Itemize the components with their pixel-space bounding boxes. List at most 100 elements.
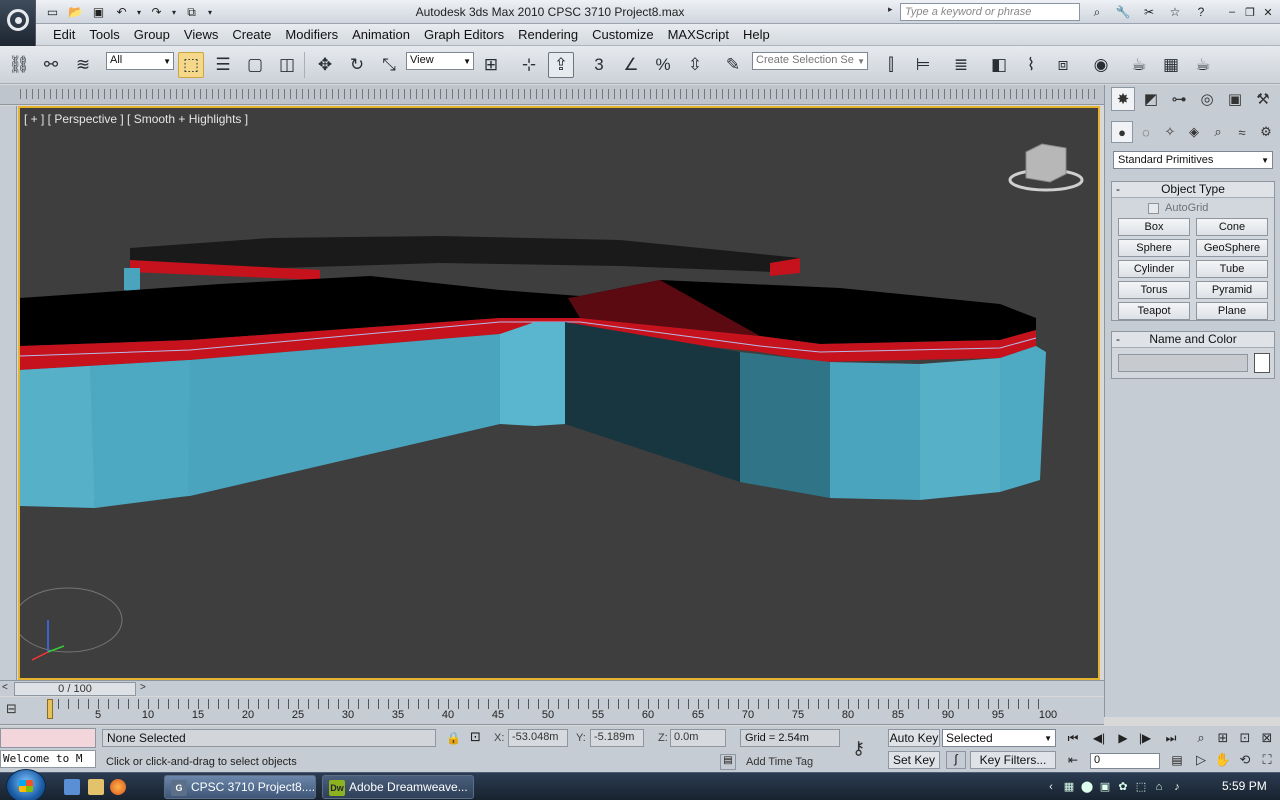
previous-frame-icon[interactable]: ◀|: [1088, 729, 1110, 747]
pan-view-icon[interactable]: ✋: [1212, 750, 1234, 770]
time-slider-prev-icon[interactable]: <: [2, 682, 14, 695]
key-mode-toggle-icon[interactable]: ⇤: [1062, 751, 1084, 769]
object-color-swatch[interactable]: [1254, 353, 1270, 373]
viewport-label[interactable]: [ + ] [ Perspective ] [ Smooth + Highlig…: [24, 112, 248, 126]
current-frame-marker[interactable]: [47, 699, 53, 719]
taskbar-clock[interactable]: 5:59 PM: [1222, 779, 1267, 793]
menu-maxscript[interactable]: MAXScript: [661, 24, 736, 46]
utilities-tab-icon[interactable]: ⚒: [1251, 87, 1275, 111]
systems-icon[interactable]: ⚙: [1255, 121, 1277, 143]
spinner-snap-icon[interactable]: ⇳: [682, 52, 708, 78]
display-tab-icon[interactable]: ▣: [1223, 87, 1247, 111]
align-icon[interactable]: ⊨: [910, 52, 936, 78]
plane-button[interactable]: Plane: [1196, 302, 1268, 320]
z-coordinate-field[interactable]: 0.0m: [670, 729, 726, 747]
current-frame-field[interactable]: 0: [1090, 753, 1160, 769]
default-tangent-icon[interactable]: ∫: [946, 751, 966, 769]
tray-app-icon[interactable]: ▦: [1062, 780, 1076, 794]
subscription-icon[interactable]: 🔧: [1112, 3, 1134, 21]
material-editor-icon[interactable]: ◉: [1088, 52, 1114, 78]
quick-render-icon[interactable]: ☕: [1190, 52, 1216, 78]
go-to-end-icon[interactable]: ⏭: [1160, 729, 1182, 747]
pivot-center-icon[interactable]: ⊞: [478, 52, 504, 78]
geosphere-button[interactable]: GeoSphere: [1196, 239, 1268, 257]
torus-button[interactable]: Torus: [1118, 281, 1190, 299]
render-setup-icon[interactable]: ☕: [1126, 52, 1152, 78]
modify-tab-icon[interactable]: ◩: [1139, 87, 1163, 111]
play-icon[interactable]: ▶: [1112, 729, 1134, 747]
menu-views[interactable]: Views: [177, 24, 225, 46]
absolute-mode-icon[interactable]: ⊡: [470, 729, 481, 745]
set-keys-key-icon[interactable]: ⚷: [852, 738, 865, 759]
select-by-name-icon[interactable]: ☰: [210, 52, 236, 78]
menu-group[interactable]: Group: [127, 24, 177, 46]
select-and-link-icon[interactable]: ⛓: [6, 52, 32, 78]
add-time-tag-button[interactable]: Add Time Tag: [740, 754, 840, 772]
y-coordinate-field[interactable]: -5.189m: [590, 729, 644, 747]
select-and-move-icon[interactable]: ✥: [312, 52, 338, 78]
network-icon[interactable]: ⌂: [1152, 780, 1166, 794]
time-tag-icon[interactable]: ▤: [720, 754, 736, 770]
time-configuration-icon[interactable]: ▤: [1166, 751, 1188, 769]
communication-center-icon[interactable]: ✂: [1138, 3, 1160, 21]
named-selection-set-dropdown[interactable]: Create Selection Se ▼: [752, 52, 868, 70]
field-of-view-icon[interactable]: ▷: [1190, 750, 1212, 770]
taskbar-item-dreamweaver[interactable]: Dw Adobe Dreamweave...: [322, 775, 474, 799]
firefox-icon[interactable]: [110, 779, 126, 795]
pyramid-button[interactable]: Pyramid: [1196, 281, 1268, 299]
favorites-icon[interactable]: ☆: [1164, 3, 1186, 21]
maximize-viewport-icon[interactable]: ⛶: [1256, 750, 1278, 770]
menu-rendering[interactable]: Rendering: [511, 24, 585, 46]
close-icon[interactable]: ✕: [1260, 3, 1276, 21]
volume-icon[interactable]: ♪: [1170, 780, 1184, 794]
menu-animation[interactable]: Animation: [345, 24, 417, 46]
reference-coordinate-dropdown[interactable]: View ▼: [406, 52, 474, 70]
maxscript-listener-output[interactable]: [0, 728, 96, 748]
lights-icon[interactable]: ✧: [1159, 121, 1181, 143]
cylinder-button[interactable]: Cylinder: [1118, 260, 1190, 278]
tray-app-icon[interactable]: ⬤: [1080, 780, 1094, 794]
select-and-scale-icon[interactable]: ⤡: [376, 52, 402, 78]
time-slider-next-icon[interactable]: >: [140, 682, 152, 695]
minimize-icon[interactable]: –: [1224, 3, 1240, 21]
zoom-extents-icon[interactable]: ⊡: [1234, 728, 1256, 748]
taskbar-item-3dsmax[interactable]: G CPSC 3710 Project8....: [164, 775, 316, 799]
helpers-icon[interactable]: ⌕: [1207, 121, 1229, 143]
show-desktop-icon[interactable]: [64, 779, 80, 795]
orbit-icon[interactable]: ⟲: [1234, 750, 1256, 770]
autogrid-checkbox[interactable]: AutoGrid: [1148, 202, 1208, 214]
box-button[interactable]: Box: [1118, 218, 1190, 236]
menu-edit[interactable]: Edit: [46, 24, 82, 46]
maxscript-listener-input[interactable]: Welcome to M: [0, 750, 96, 768]
select-object-icon[interactable]: ⬚: [178, 52, 204, 78]
space-warps-icon[interactable]: ≈: [1231, 121, 1253, 143]
zoom-extents-all-icon[interactable]: ⊠: [1256, 728, 1278, 748]
select-and-rotate-icon[interactable]: ↻: [344, 52, 370, 78]
application-button[interactable]: [0, 0, 36, 46]
snaps-toggle-icon[interactable]: 3: [586, 52, 612, 78]
unlink-icon[interactable]: ⚯: [38, 52, 64, 78]
go-to-start-icon[interactable]: ⏮: [1062, 729, 1084, 747]
next-frame-icon[interactable]: |▶: [1134, 729, 1156, 747]
time-slider[interactable]: < 0 / 100 >: [0, 680, 1104, 696]
time-slider-thumb[interactable]: 0 / 100: [14, 682, 136, 696]
x-coordinate-field[interactable]: -53.048m: [508, 729, 568, 747]
rectangular-selection-icon[interactable]: ▢: [242, 52, 268, 78]
auto-key-button[interactable]: Auto Key: [888, 729, 940, 747]
zoom-icon[interactable]: ⌕: [1190, 728, 1212, 748]
menu-create[interactable]: Create: [225, 24, 278, 46]
mirror-icon[interactable]: ⫿: [878, 52, 904, 78]
cameras-icon[interactable]: ◈: [1183, 121, 1205, 143]
selection-lock-icon[interactable]: 🔒: [446, 731, 461, 745]
tray-app-icon[interactable]: ▣: [1098, 780, 1112, 794]
help-icon[interactable]: ?: [1190, 3, 1212, 21]
sphere-button[interactable]: Sphere: [1118, 239, 1190, 257]
selection-filter-dropdown[interactable]: All ▼: [106, 52, 174, 70]
percent-snap-icon[interactable]: %: [650, 52, 676, 78]
menu-tools[interactable]: Tools: [82, 24, 126, 46]
search-expand-icon[interactable]: ▸: [888, 4, 900, 20]
perspective-viewport[interactable]: [ + ] [ Perspective ] [ Smooth + Highlig…: [18, 106, 1100, 680]
angle-snap-icon[interactable]: ∠: [618, 52, 644, 78]
primitive-category-dropdown[interactable]: Standard Primitives ▼: [1113, 151, 1273, 169]
trackbar[interactable]: ⊟ 5 10 15 20 25 30 35 40 45 50 55 60 65 70 75 80 85 90 95 1…: [0, 697, 1104, 725]
